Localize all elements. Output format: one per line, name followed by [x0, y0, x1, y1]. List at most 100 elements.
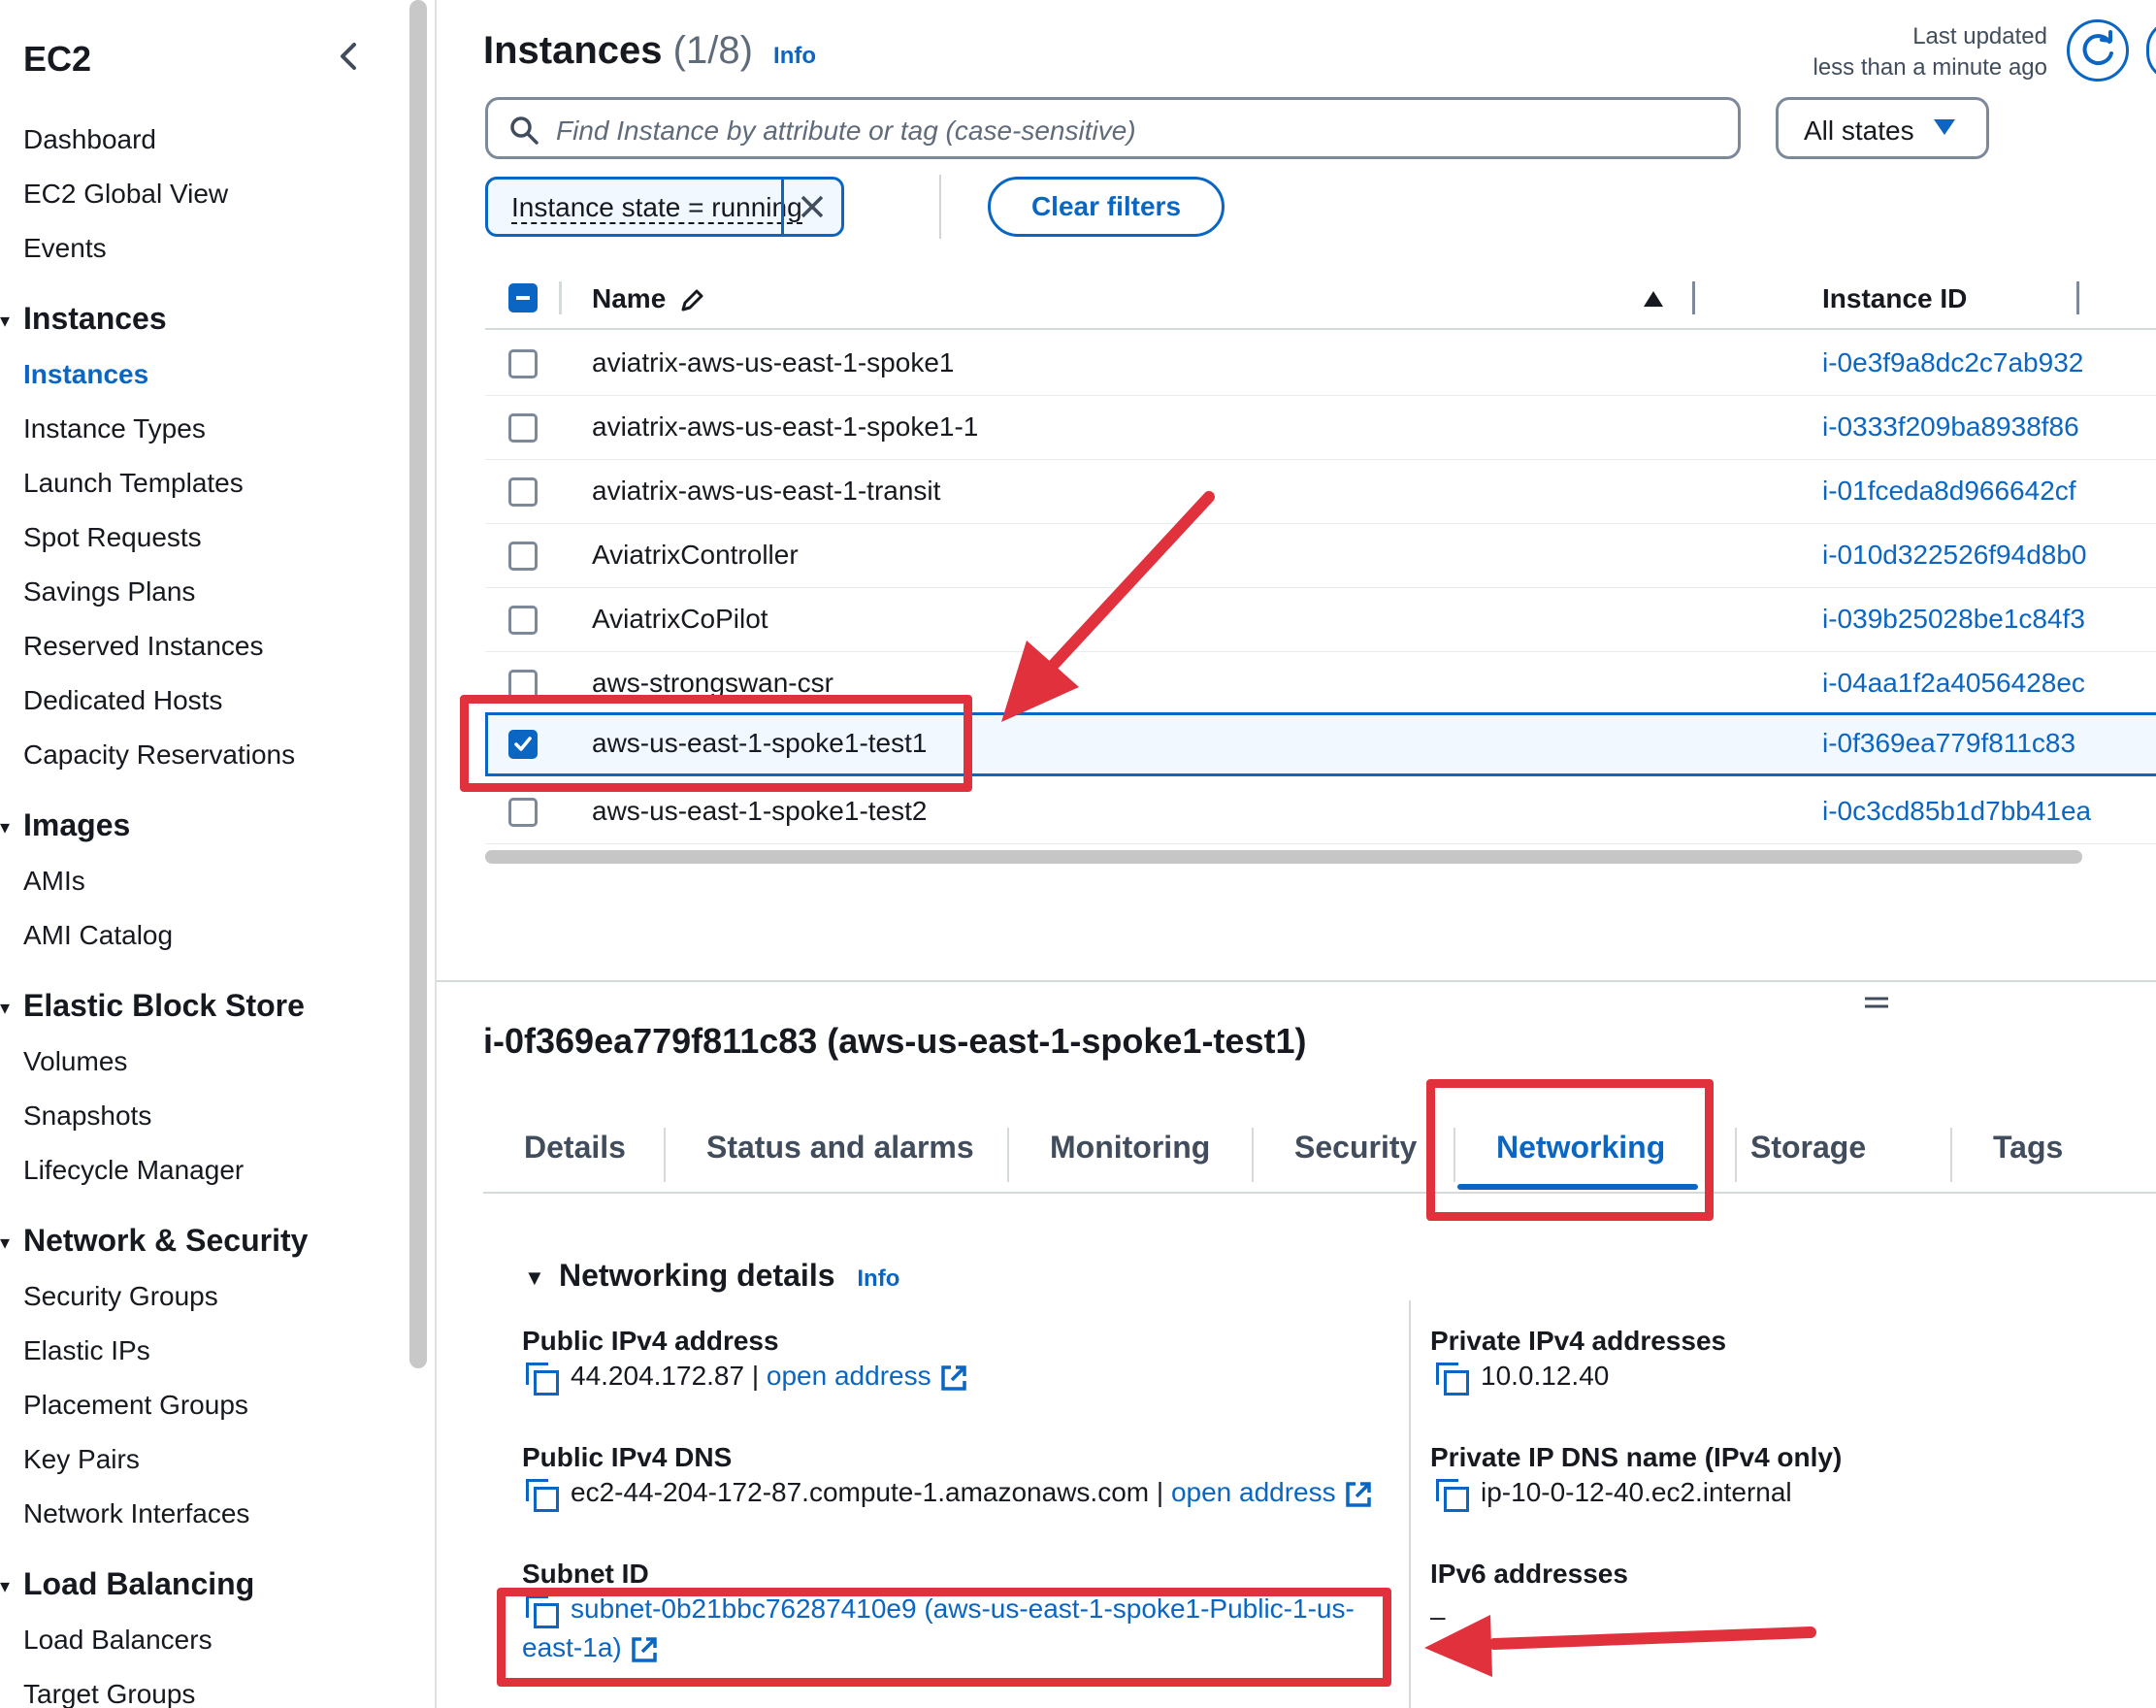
- column-name[interactable]: Name: [592, 283, 706, 315]
- sidebar-item-network-interfaces[interactable]: Network Interfaces: [23, 1498, 249, 1529]
- table-horizontal-scrollbar[interactable]: [485, 850, 2082, 864]
- sidebar-item-load-balancers[interactable]: Load Balancers: [23, 1625, 212, 1656]
- refresh-icon: [2082, 30, 2113, 66]
- row-checkbox[interactable]: [508, 413, 538, 443]
- copy-icon[interactable]: [526, 1478, 559, 1512]
- sidebar-item-dashboard[interactable]: Dashboard: [23, 124, 156, 155]
- public-ipv4-value: 44.204.172.87 | open address: [526, 1361, 968, 1396]
- sidebar-item-events[interactable]: Events: [23, 233, 107, 264]
- table-row[interactable]: AviatrixController i-010d322526f94d8b0: [485, 524, 2156, 588]
- table-row[interactable]: aviatrix-aws-us-east-1-spoke1 i-0e3f9a8d…: [485, 332, 2156, 396]
- refresh-button[interactable]: [2067, 19, 2129, 82]
- networking-details-header[interactable]: ▼ Networking details Info: [524, 1258, 899, 1294]
- external-link-icon[interactable]: [1344, 1480, 1373, 1509]
- select-all-checkbox[interactable]: [508, 283, 538, 312]
- annotation-box-networking-tab: [1426, 1079, 1714, 1221]
- pencil-icon[interactable]: [677, 286, 706, 315]
- annotation-box-selected-row: [460, 695, 972, 792]
- column-instance-id[interactable]: Instance ID: [1822, 283, 1967, 314]
- sidebar-item-elastic-ips[interactable]: Elastic IPs: [23, 1335, 150, 1366]
- instance-id-link[interactable]: i-0333f209ba8938f86: [1822, 411, 2079, 443]
- sidebar-section-ebs[interactable]: ▾ Elastic Block Store: [0, 988, 305, 1024]
- sidebar-item-savings-plans[interactable]: Savings Plans: [23, 576, 195, 608]
- sidebar-item-amis[interactable]: AMIs: [23, 866, 85, 897]
- sidebar-item-capacity-reservations[interactable]: Capacity Reservations: [23, 739, 295, 771]
- caret-down-icon: ▼: [524, 1265, 545, 1290]
- column-resizer[interactable]: [1692, 281, 1695, 314]
- sidebar-item-spot-requests[interactable]: Spot Requests: [23, 522, 202, 553]
- column-resizer[interactable]: [2076, 281, 2079, 314]
- sidebar-item-lifecycle-manager[interactable]: Lifecycle Manager: [23, 1155, 244, 1186]
- sidebar: EC2 Dashboard EC2 Global View Events ▾ In…: [0, 0, 408, 1708]
- instance-id-link[interactable]: i-01fceda8d966642cf: [1822, 476, 2076, 507]
- tab-security[interactable]: Security: [1294, 1130, 1417, 1166]
- sidebar-item-ami-catalog[interactable]: AMI Catalog: [23, 920, 173, 951]
- instance-count: (1/8): [672, 29, 753, 72]
- tab-monitoring[interactable]: Monitoring: [1050, 1130, 1210, 1166]
- sidebar-item-global-view[interactable]: EC2 Global View: [23, 179, 228, 210]
- sidebar-item-placement-groups[interactable]: Placement Groups: [23, 1390, 248, 1421]
- instance-id-link[interactable]: i-0f369ea779f811c83: [1822, 728, 2075, 759]
- instance-id-link[interactable]: i-010d322526f94d8b0: [1822, 540, 2086, 571]
- open-address-link[interactable]: open address: [767, 1361, 931, 1391]
- instance-id-link[interactable]: i-04aa1f2a4056428ec: [1822, 668, 2085, 699]
- tab-tags[interactable]: Tags: [1993, 1130, 2063, 1166]
- sidebar-item-dedicated-hosts[interactable]: Dedicated Hosts: [23, 685, 222, 716]
- sidebar-item-reserved-instances[interactable]: Reserved Instances: [23, 631, 263, 662]
- close-icon[interactable]: [791, 185, 833, 228]
- split-panel-divider: [437, 980, 2156, 982]
- table-row[interactable]: aviatrix-aws-us-east-1-transit i-01fceda…: [485, 460, 2156, 524]
- instance-state-select[interactable]: All states: [1776, 97, 1989, 159]
- row-checkbox[interactable]: [508, 606, 538, 635]
- caret-down-icon: ▾: [0, 1232, 11, 1255]
- private-ipv4-label: Private IPv4 addresses: [1430, 1326, 1727, 1356]
- connect-button-partial[interactable]: [2146, 19, 2156, 82]
- resize-handle-icon[interactable]: [1863, 996, 1890, 1009]
- caret-down-icon: ▾: [0, 1576, 11, 1598]
- sidebar-title: EC2: [23, 39, 92, 79]
- caret-down-icon: [1934, 119, 1955, 135]
- sidebar-item-snapshots[interactable]: Snapshots: [23, 1100, 151, 1132]
- external-link-icon[interactable]: [939, 1363, 968, 1393]
- info-link[interactable]: Info: [773, 43, 816, 69]
- row-checkbox[interactable]: [508, 542, 538, 571]
- sidebar-item-volumes[interactable]: Volumes: [23, 1046, 127, 1077]
- instance-id-link[interactable]: i-0c3cd85b1d7bb41ea: [1822, 796, 2091, 827]
- tab-status-and-alarms[interactable]: Status and alarms: [706, 1130, 974, 1166]
- sidebar-scrollbar[interactable]: [409, 0, 427, 1368]
- filter-chip[interactable]: Instance state = running: [485, 177, 844, 237]
- table-row[interactable]: AviatrixCoPilot i-039b25028be1c84f3: [485, 588, 2156, 652]
- sort-ascending-icon[interactable]: [1642, 289, 1665, 309]
- copy-icon[interactable]: [1436, 1362, 1469, 1396]
- sidebar-item-key-pairs[interactable]: Key Pairs: [23, 1444, 140, 1475]
- open-address-link[interactable]: open address: [1171, 1477, 1336, 1507]
- tab-storage[interactable]: Storage: [1750, 1130, 1866, 1166]
- sidebar-item-instances[interactable]: Instances: [23, 359, 148, 390]
- sidebar-section-instances[interactable]: ▾ Instances: [0, 301, 167, 337]
- info-link[interactable]: Info: [857, 1265, 899, 1292]
- instance-id-link[interactable]: i-039b25028be1c84f3: [1822, 604, 2085, 635]
- sidebar-section-images[interactable]: ▾ Images: [0, 807, 130, 843]
- sidebar-item-instance-types[interactable]: Instance Types: [23, 413, 206, 444]
- instance-id-link[interactable]: i-0e3f9a8dc2c7ab932: [1822, 347, 2083, 378]
- sidebar-section-load-balancing[interactable]: ▾ Load Balancing: [0, 1566, 254, 1602]
- row-checkbox[interactable]: [508, 798, 538, 827]
- search-input[interactable]: Find Instance by attribute or tag (case-…: [485, 97, 1741, 159]
- last-updated: Last updated less than a minute ago: [1813, 23, 2048, 81]
- table-row[interactable]: aviatrix-aws-us-east-1-spoke1-1 i-0333f2…: [485, 396, 2156, 460]
- ipv6-label: IPv6 addresses: [1430, 1559, 1628, 1589]
- search-icon: [510, 116, 539, 145]
- chevron-left-icon[interactable]: [330, 37, 369, 76]
- row-checkbox[interactable]: [508, 477, 538, 507]
- sidebar-item-launch-templates[interactable]: Launch Templates: [23, 468, 244, 499]
- caret-down-icon: ▾: [0, 311, 11, 333]
- copy-icon[interactable]: [526, 1362, 559, 1396]
- clear-filters-button[interactable]: Clear filters: [988, 177, 1225, 237]
- row-checkbox[interactable]: [508, 349, 538, 378]
- tab-details[interactable]: Details: [524, 1130, 626, 1166]
- copy-icon[interactable]: [1436, 1478, 1469, 1512]
- sidebar-item-target-groups[interactable]: Target Groups: [23, 1679, 195, 1708]
- main-content: Instances (1/8) Info Last updated less t…: [437, 0, 2156, 1708]
- sidebar-item-security-groups[interactable]: Security Groups: [23, 1281, 218, 1312]
- sidebar-section-network-security[interactable]: ▾ Network & Security: [0, 1223, 308, 1259]
